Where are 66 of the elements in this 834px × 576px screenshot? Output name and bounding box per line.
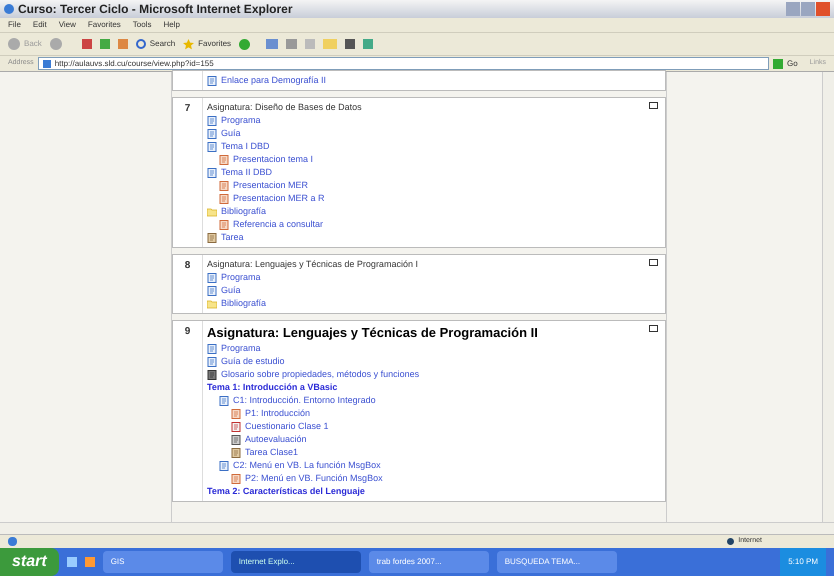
resource-link[interactable]: Presentacion MER — [233, 178, 308, 192]
search-button[interactable]: Search — [136, 38, 176, 50]
taskbar-button[interactable]: Internet Explo... — [230, 551, 361, 573]
resource-link[interactable]: Cuestionario Clase 1 — [245, 420, 329, 434]
resource-link[interactable]: Guía de estudio — [221, 354, 285, 368]
section-number: 8 — [184, 259, 190, 273]
start-button[interactable]: start — [0, 548, 59, 576]
resource-link[interactable]: Autoevaluación — [245, 432, 307, 446]
media-icon[interactable] — [239, 38, 250, 50]
hand-icon — [231, 448, 241, 458]
section-title: Asignatura: Lenguajes y Técnicas de Programación I — [207, 258, 419, 271]
resource-link[interactable]: Programa — [221, 342, 261, 356]
resource-link[interactable]: Guía — [221, 284, 241, 298]
hand-icon — [207, 232, 217, 242]
collapse-icon[interactable] — [648, 325, 658, 332]
horizontal-scrollbar[interactable] — [0, 522, 834, 534]
resource-link[interactable]: Presentacion tema I — [233, 152, 314, 166]
resource-link[interactable]: Glosario sobre propiedades, métodos y funciones — [221, 368, 420, 382]
star-icon — [183, 38, 194, 50]
menu-item[interactable]: View — [58, 19, 76, 31]
clock: 5:10 PM — [788, 556, 818, 568]
resource-link[interactable]: Bibliografía — [221, 204, 266, 218]
taskbar-button[interactable]: BUSQUEDA TEMA... — [496, 551, 617, 573]
section-title: Asignatura: Lenguajes y Técnicas de Programación II — [207, 324, 539, 342]
vertical-scrollbar[interactable] — [822, 72, 834, 522]
resource-link[interactable]: Tarea — [221, 230, 244, 244]
favorites-button[interactable]: Favorites — [183, 38, 232, 50]
section-title: Asignatura: Diseño de Bases de Datos — [207, 101, 363, 114]
resource-link[interactable]: Bibliografía — [221, 296, 266, 310]
resource-link[interactable]: C1: Introducción. Entorno Integrado — [233, 394, 376, 408]
taskbar-button[interactable]: trab fordes 2007... — [368, 551, 489, 573]
menu-item[interactable]: Edit — [32, 19, 47, 31]
resource-link[interactable]: Referencia a consultar — [233, 218, 324, 232]
ie-icon — [4, 4, 14, 14]
topic-heading[interactable]: Tema 1: Introducción a VBasic — [207, 380, 338, 394]
resource-link[interactable]: Tema II DBD — [221, 166, 272, 180]
resource-link[interactable]: Programa — [221, 114, 261, 128]
window-title: Curso: Tercer Ciclo - Microsoft Internet Explorer — [18, 1, 292, 18]
address-field[interactable]: http://aulauvs.sld.cu/course/view.php?id=155 — [38, 57, 769, 70]
menu-item[interactable]: File — [8, 19, 21, 31]
resource-link[interactable]: P2: Menú en VB. Función MsgBox — [245, 472, 383, 486]
slides-icon — [231, 474, 241, 484]
menu-item[interactable]: Tools — [132, 19, 152, 31]
quiz-icon — [231, 422, 241, 432]
collapse-icon[interactable] — [648, 259, 658, 266]
taskbar-button[interactable]: GIS — [102, 551, 223, 573]
slides-icon — [219, 180, 229, 190]
resource-link[interactable]: P1: Introducción — [245, 406, 310, 420]
resource-link[interactable]: Enlace para Demografía II — [221, 74, 326, 88]
slides-icon — [219, 194, 229, 204]
slides-icon — [219, 154, 229, 164]
collapse-icon[interactable] — [648, 102, 658, 109]
section-number: 7 — [184, 102, 190, 116]
menu-item[interactable]: Favorites — [88, 19, 121, 31]
section-number: 9 — [184, 325, 190, 339]
resource-link[interactable]: Presentacion MER a R — [233, 192, 325, 206]
resource-link[interactable]: Tarea Clase1 — [245, 446, 298, 460]
slides-icon — [231, 408, 241, 418]
resource-link[interactable]: Guía — [221, 126, 241, 140]
menu-item[interactable]: Help — [163, 19, 180, 31]
resource-link[interactable]: C2: Menú en VB. La función MsgBox — [233, 458, 381, 472]
go-button[interactable]: Go — [772, 58, 798, 70]
resource-link[interactable]: Programa — [221, 270, 261, 284]
slides-icon — [219, 220, 229, 230]
topic-heading[interactable]: Tema 2: Características del Lenguaje — [207, 484, 365, 498]
resource-link[interactable]: Tema I DBD — [221, 140, 270, 154]
